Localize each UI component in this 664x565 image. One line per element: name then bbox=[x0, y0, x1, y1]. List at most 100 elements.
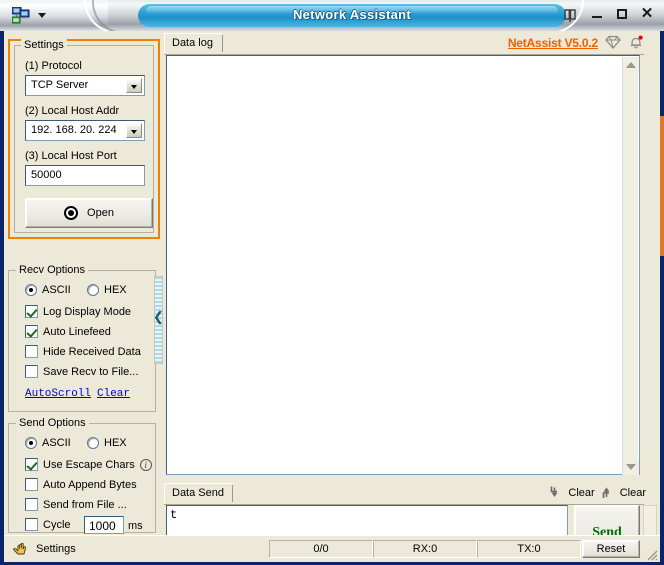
recv-save-to-file-checkbox[interactable]: Save Recv to File... bbox=[25, 365, 138, 378]
status-ratio-cell: 0/0 bbox=[269, 540, 373, 558]
info-circle-icon[interactable]: i bbox=[140, 459, 152, 471]
chevron-down-icon[interactable] bbox=[126, 78, 142, 93]
pin-icon[interactable] bbox=[562, 8, 578, 23]
checkbox-icon bbox=[25, 498, 38, 511]
orange-scroll-indicator[interactable] bbox=[660, 116, 664, 256]
tab-data-log[interactable]: Data log bbox=[164, 33, 222, 53]
hand-pointer-icon bbox=[12, 542, 28, 556]
title-bar: Network Assistant ✕ bbox=[0, 0, 664, 31]
recv-option-label: Hide Received Data bbox=[43, 346, 141, 358]
recv-option-label: Auto Linefeed bbox=[43, 326, 111, 338]
close-button[interactable]: ✕ bbox=[640, 7, 654, 21]
window-controls: ✕ bbox=[590, 7, 654, 21]
local-host-addr-value: 192. 168. 20. 224 bbox=[31, 124, 117, 136]
clear-recv-label: Clear bbox=[568, 487, 594, 499]
application-window: Network Assistant ✕ Settings (1) Protoco… bbox=[0, 0, 664, 565]
clear-send-label: Clear bbox=[620, 487, 646, 499]
bell-icon[interactable] bbox=[628, 35, 644, 50]
send-option-label: Auto Append Bytes bbox=[43, 479, 137, 491]
recv-hex-label: HEX bbox=[104, 284, 127, 296]
network-computers-icon bbox=[12, 7, 30, 24]
recv-option-label: Log Display Mode bbox=[43, 306, 131, 318]
checkbox-icon bbox=[25, 305, 38, 318]
use-escape-chars-checkbox[interactable]: Use Escape Chars i bbox=[25, 458, 152, 471]
left-panel: Settings (1) Protocol TCP Server (2) Loc… bbox=[8, 31, 160, 533]
settings-group-title: Settings bbox=[21, 39, 67, 51]
checkbox-icon bbox=[25, 478, 38, 491]
send-options-title: Send Options bbox=[16, 417, 89, 429]
checkbox-icon bbox=[25, 325, 38, 338]
data-log-panel[interactable] bbox=[166, 55, 640, 475]
local-host-port-label: (3) Local Host Port bbox=[25, 150, 117, 162]
window-title: Network Assistant bbox=[138, 7, 566, 22]
checkbox-icon bbox=[25, 518, 38, 531]
local-host-port-input[interactable]: 50000 bbox=[25, 165, 145, 186]
resize-grip-icon[interactable] bbox=[644, 547, 658, 561]
power-circle-icon bbox=[64, 206, 78, 220]
status-settings-label: Settings bbox=[36, 543, 76, 555]
autoscroll-link[interactable]: AutoScroll bbox=[25, 388, 91, 400]
triangle-down-icon[interactable] bbox=[623, 459, 639, 475]
status-bar: Settings 0/0 RX:0 TX:0 Reset bbox=[4, 535, 660, 562]
settings-group: Settings (1) Protocol TCP Server (2) Loc… bbox=[8, 39, 160, 239]
send-hex-label: HEX bbox=[104, 437, 127, 449]
settings-inner-border: Settings (1) Protocol TCP Server (2) Loc… bbox=[14, 45, 154, 233]
open-button[interactable]: Open bbox=[25, 198, 153, 228]
send-ascii-label: ASCII bbox=[42, 437, 71, 449]
recv-options-title: Recv Options bbox=[16, 264, 88, 276]
protocol-label: (1) Protocol bbox=[25, 60, 82, 72]
recv-auto-linefeed-checkbox[interactable]: Auto Linefeed bbox=[25, 325, 111, 338]
recv-option-label: Save Recv to File... bbox=[43, 366, 138, 378]
radio-icon bbox=[25, 284, 37, 296]
recv-format-hex-radio[interactable]: HEX bbox=[87, 284, 127, 296]
status-rx-cell: RX:0 bbox=[373, 540, 477, 558]
recv-format-ascii-radio[interactable]: ASCII bbox=[25, 284, 71, 296]
send-options-group: Send Options ASCII HEX Use Escape Chars … bbox=[8, 423, 156, 533]
chevron-down-icon[interactable] bbox=[38, 13, 46, 18]
checkbox-icon bbox=[25, 365, 38, 378]
recv-clear-link[interactable]: Clear bbox=[97, 388, 130, 400]
tab-data-send[interactable]: Data Send bbox=[164, 483, 233, 503]
recv-hide-received-data-checkbox[interactable]: Hide Received Data bbox=[25, 345, 141, 358]
protocol-combo[interactable]: TCP Server bbox=[25, 75, 145, 96]
local-host-addr-label: (2) Local Host Addr bbox=[25, 105, 119, 117]
tab-separator bbox=[222, 35, 223, 52]
triangle-up-icon[interactable] bbox=[623, 57, 639, 73]
send-format-ascii-radio[interactable]: ASCII bbox=[25, 437, 71, 449]
status-tx-cell: TX:0 bbox=[477, 540, 581, 558]
recv-options-group: Recv Options ASCII HEX Log Display Mode … bbox=[8, 270, 156, 412]
radio-icon bbox=[87, 437, 99, 449]
arrow-up-clear-icon bbox=[601, 485, 617, 500]
send-from-file-checkbox[interactable]: Send from File ... bbox=[25, 498, 127, 511]
send-option-label: Use Escape Chars bbox=[43, 459, 135, 471]
checkbox-icon bbox=[25, 458, 38, 471]
chevron-left-icon[interactable]: ❮ bbox=[153, 309, 163, 325]
reset-button[interactable]: Reset bbox=[582, 540, 640, 558]
cycle-checkbox[interactable]: Cycle bbox=[25, 518, 71, 531]
client-area: Settings (1) Protocol TCP Server (2) Loc… bbox=[4, 31, 660, 561]
recv-ascii-label: ASCII bbox=[42, 284, 71, 296]
data-log-content bbox=[167, 56, 639, 62]
clear-recv-button[interactable]: Clear bbox=[549, 485, 594, 500]
minimize-button[interactable] bbox=[590, 7, 604, 21]
send-option-label: Send from File ... bbox=[43, 499, 127, 511]
send-format-hex-radio[interactable]: HEX bbox=[87, 437, 127, 449]
local-host-port-value: 50000 bbox=[31, 169, 62, 181]
arrow-down-clear-icon bbox=[549, 485, 565, 500]
brand-bar: NetAssist V5.0.2 bbox=[508, 35, 644, 50]
open-button-label: Open bbox=[87, 207, 114, 219]
diamond-icon[interactable] bbox=[605, 35, 621, 50]
clear-send-button[interactable]: Clear bbox=[601, 485, 646, 500]
tab-separator bbox=[232, 485, 233, 502]
maximize-button[interactable] bbox=[615, 7, 629, 21]
chevron-down-icon[interactable] bbox=[126, 123, 142, 138]
data-log-scrollbar[interactable] bbox=[622, 57, 638, 475]
recv-log-display-mode-checkbox[interactable]: Log Display Mode bbox=[25, 305, 131, 318]
netassist-version-link[interactable]: NetAssist V5.0.2 bbox=[508, 36, 598, 50]
local-host-addr-combo[interactable]: 192. 168. 20. 224 bbox=[25, 120, 145, 141]
auto-append-bytes-checkbox[interactable]: Auto Append Bytes bbox=[25, 478, 137, 491]
cycle-interval-input[interactable]: 1000 bbox=[84, 516, 124, 534]
cycle-label: Cycle bbox=[43, 519, 71, 531]
checkbox-icon bbox=[25, 345, 38, 358]
status-settings-button[interactable]: Settings bbox=[12, 542, 76, 556]
